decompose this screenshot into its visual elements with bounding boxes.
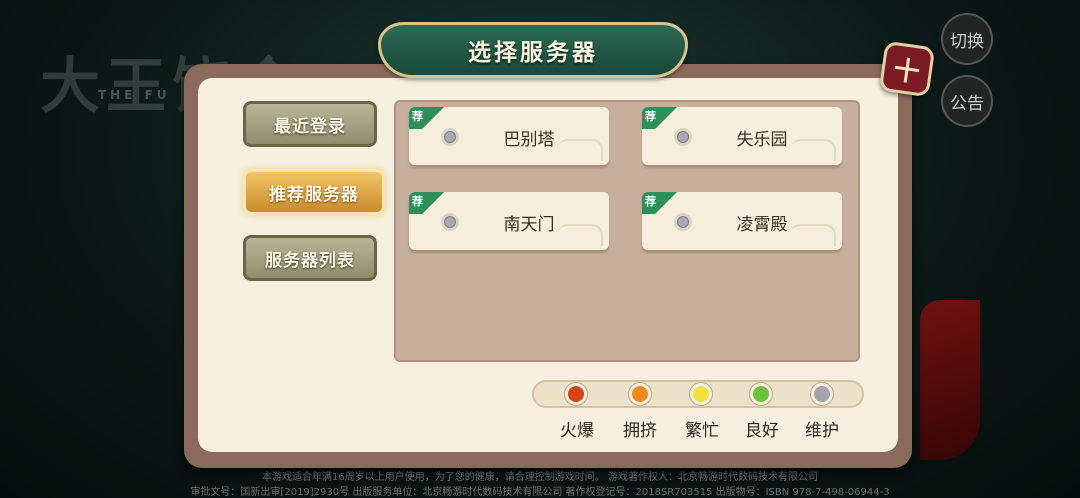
server-card[interactable]: 荐 巴别塔 xyxy=(409,107,609,165)
status-maintenance-icon xyxy=(811,383,833,405)
tab-recommended-servers[interactable]: 推荐服务器 xyxy=(243,169,385,215)
cloud-pattern-icon xyxy=(790,224,836,246)
recommended-badge-label: 荐 xyxy=(645,195,656,208)
close-icon: 十 xyxy=(891,54,922,89)
status-crowded-icon xyxy=(629,383,651,405)
switch-account-button[interactable]: 切换 xyxy=(941,13,993,65)
dialog-title: 选择服务器 xyxy=(468,40,598,66)
legend-label-busy: 繁忙 xyxy=(685,421,719,441)
legend-label-good: 良好 xyxy=(745,421,779,441)
legend-label-maintenance: 维护 xyxy=(805,421,839,441)
legend-label-hot: 火爆 xyxy=(560,421,594,441)
cloud-pattern-icon xyxy=(790,139,836,161)
character-art xyxy=(920,300,980,460)
server-card[interactable]: 荐 失乐园 xyxy=(642,107,842,165)
dialog-title-banner: 选择服务器 xyxy=(378,22,688,78)
status-busy-icon xyxy=(690,383,712,405)
status-good-icon xyxy=(750,383,772,405)
server-status-icon xyxy=(674,128,692,146)
recommended-badge-label: 荐 xyxy=(412,110,423,123)
game-logo-subtitle: THE FU xyxy=(98,88,171,102)
cloud-pattern-icon xyxy=(557,224,603,246)
status-hot-icon xyxy=(565,383,587,405)
footer-license: 审批文号：国新出审[2019]2930号 出版服务单位：北京畅游时代数码技术有限… xyxy=(190,487,890,498)
server-status-icon xyxy=(441,128,459,146)
footer-notice: 本游戏适合年满16周岁以上用户使用，为了您的健康，请合理控制游戏时间。 游戏著作… xyxy=(262,472,818,483)
server-status-icon xyxy=(441,213,459,231)
tab-server-list[interactable]: 服务器列表 xyxy=(243,235,377,281)
recommended-badge-label: 荐 xyxy=(645,110,656,123)
cloud-pattern-icon xyxy=(557,139,603,161)
recommended-badge-label: 荐 xyxy=(412,195,423,208)
tab-recent-login[interactable]: 最近登录 xyxy=(243,101,377,147)
server-card[interactable]: 荐 凌霄殿 xyxy=(642,192,842,250)
notice-button[interactable]: 公告 xyxy=(941,75,993,127)
server-status-icon xyxy=(674,213,692,231)
server-card[interactable]: 荐 南天门 xyxy=(409,192,609,250)
legend-label-crowded: 拥挤 xyxy=(623,421,657,441)
close-button[interactable]: 十 xyxy=(878,40,936,98)
